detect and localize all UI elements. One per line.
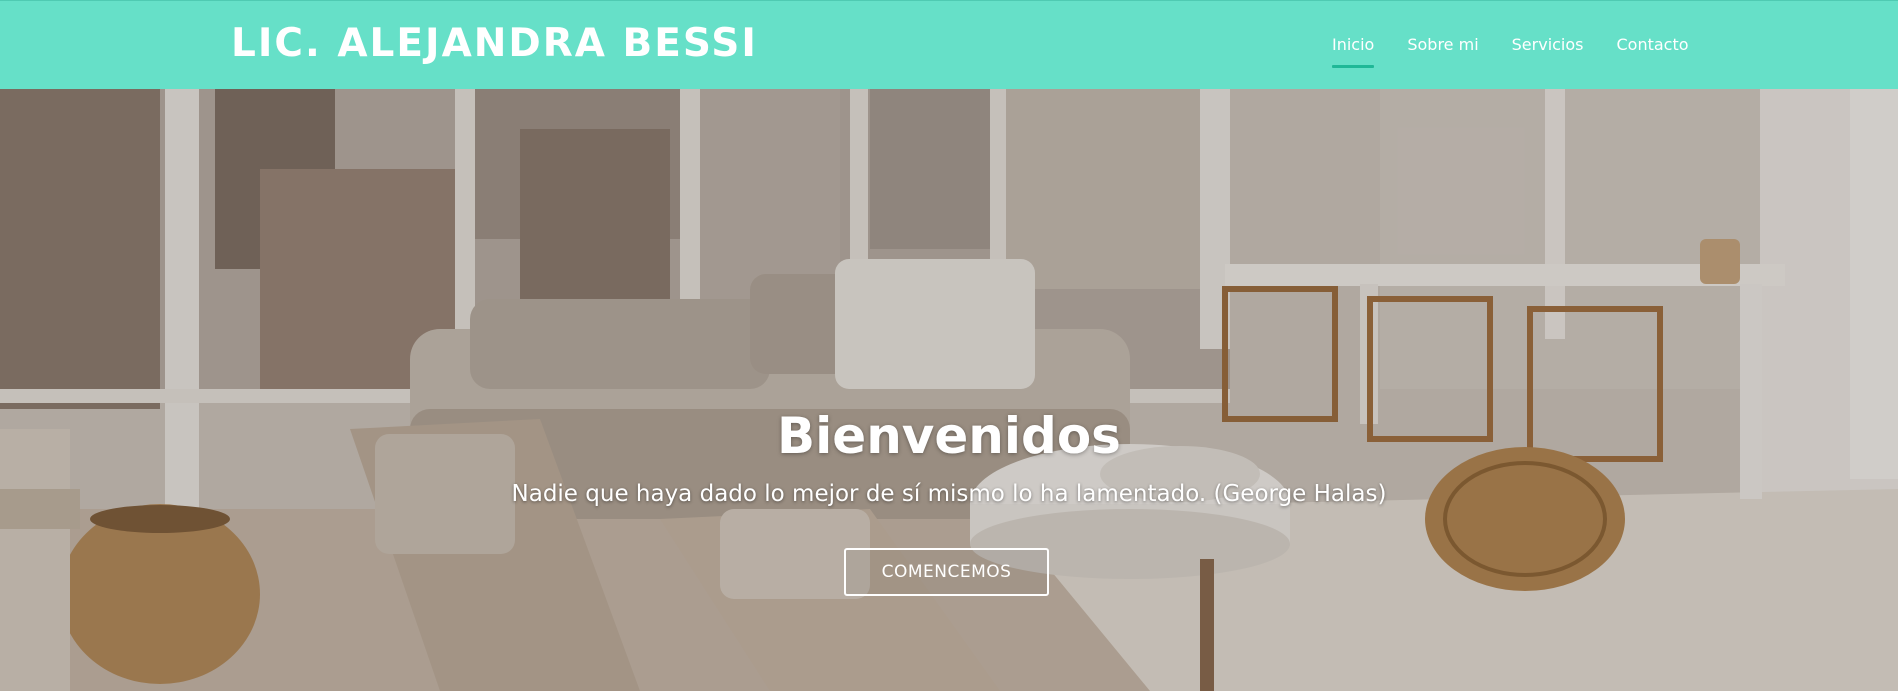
- comencemos-button[interactable]: COMENCEMOS: [844, 548, 1049, 596]
- site-brand[interactable]: LIC. ALEJANDRA BESSI: [231, 21, 758, 66]
- nav-link-sobre-mi[interactable]: Sobre mi: [1407, 35, 1478, 68]
- hero-overlay: [0, 89, 1898, 691]
- main-nav: Inicio Sobre mi Servicios Contacto: [1332, 35, 1722, 68]
- hero-section: Bienvenidos Nadie que haya dado lo mejor…: [0, 89, 1898, 691]
- hero-title: Bienvenidos: [777, 407, 1121, 465]
- nav-link-servicios[interactable]: Servicios: [1512, 35, 1584, 68]
- hero-subtitle: Nadie que haya dado lo mejor de sí mismo…: [511, 481, 1387, 507]
- navbar: LIC. ALEJANDRA BESSI Inicio Sobre mi Ser…: [0, 0, 1898, 89]
- nav-link-inicio[interactable]: Inicio: [1332, 35, 1375, 68]
- nav-link-contacto[interactable]: Contacto: [1617, 35, 1689, 68]
